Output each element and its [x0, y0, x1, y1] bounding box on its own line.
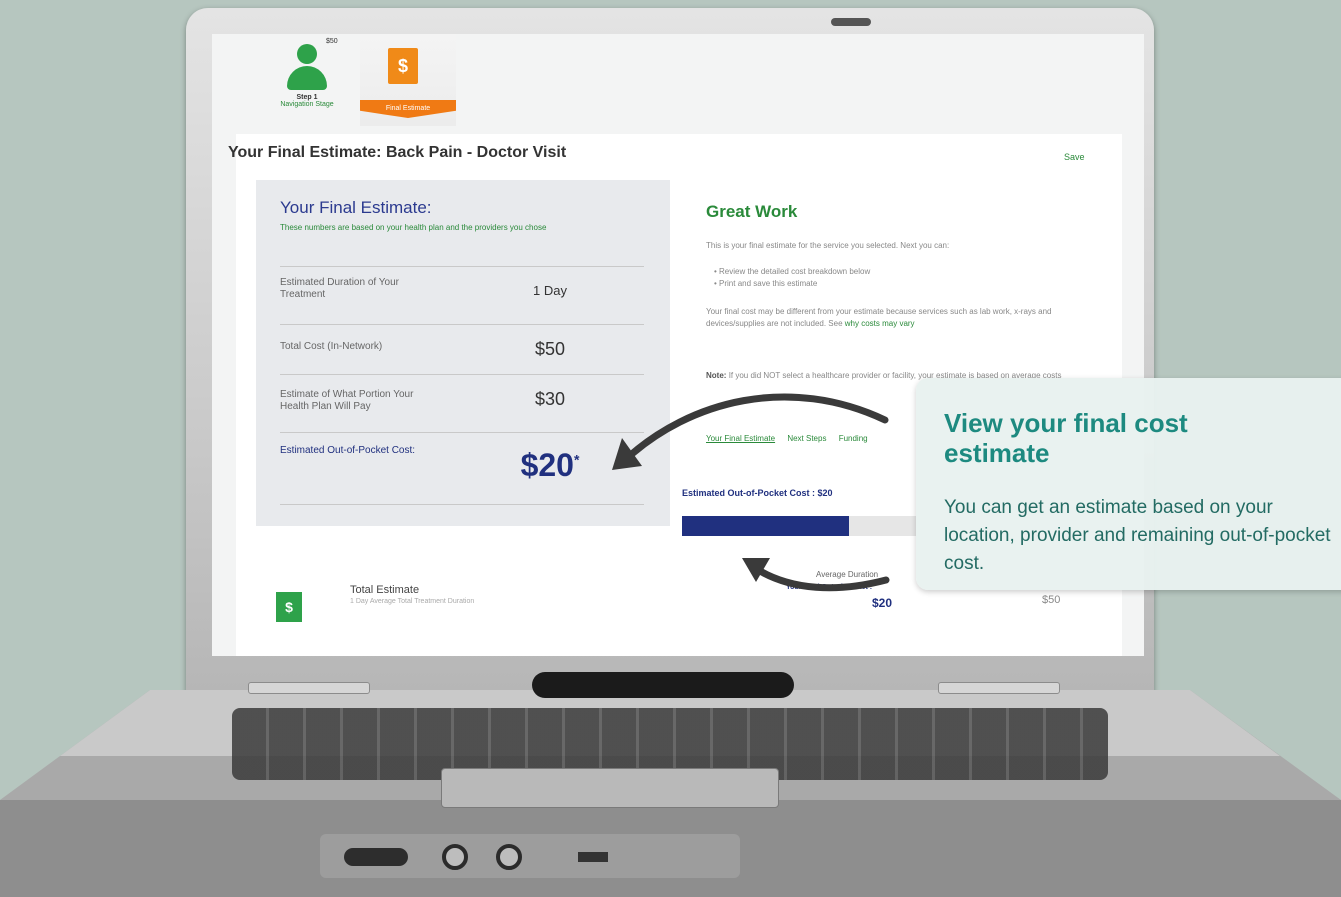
page-title: Your Final Estimate: Back Pain - Doctor …	[228, 144, 567, 161]
estimate-row-total: Total Cost (In-Network) $50	[280, 324, 644, 375]
row-label: Estimated Out-of-Pocket Cost:	[280, 445, 416, 456]
note-label: Note:	[706, 371, 727, 380]
tab-funding[interactable]: Funding	[839, 434, 868, 443]
step-tracker: Step 1 Navigation Stage $50 $ Final Esti…	[212, 34, 1144, 134]
total-oop-label: Your Total Out-of-Pocket :	[786, 584, 873, 591]
row-value-amount: $20	[520, 447, 574, 483]
step-label: Navigation Stage	[280, 101, 334, 108]
step-number: Step 1	[296, 94, 318, 101]
progress-fill	[682, 516, 850, 536]
dollar-document-icon: $	[276, 592, 302, 622]
final-estimate-box: Your Final Estimate: These numbers are b…	[256, 180, 670, 526]
usb-port-icon	[578, 852, 608, 862]
row-divider	[280, 504, 644, 505]
bullet-text: Review the detailed cost breakdown below	[719, 267, 871, 276]
out-of-pocket-label: Estimated Out-of-Pocket Cost : $20	[682, 488, 833, 498]
total-title: Total Estimate	[350, 584, 420, 596]
power-indicator-icon	[344, 848, 408, 866]
webcam-icon	[831, 18, 871, 26]
hinge-rubber	[938, 682, 1060, 694]
audio-jack-icon	[496, 844, 522, 870]
average-duration-label: Average Duration	[816, 570, 879, 579]
total-oop-value: $20	[872, 596, 893, 610]
step-cost: $50	[326, 38, 338, 45]
save-link[interactable]: Save	[1064, 152, 1085, 162]
step-final-estimate[interactable]: $ Final Estimate	[360, 34, 456, 126]
row-value: $20*	[490, 447, 610, 484]
row-label: Estimate of What Portion Your Health Pla…	[280, 389, 414, 412]
great-work-intro: This is your final estimate for the serv…	[706, 241, 950, 250]
bullet-list: • Review the detailed cost breakdown bel…	[714, 266, 1094, 290]
estimate-title: Your Final Estimate:	[280, 198, 432, 217]
estimate-row-plan-pays: Estimate of What Portion Your Health Pla…	[280, 374, 644, 433]
laptop-hinge	[238, 660, 1102, 708]
tab-next-steps[interactable]: Next Steps	[787, 434, 826, 443]
row-value: $50	[534, 339, 566, 359]
row-value: $30	[534, 389, 566, 409]
step-label: Final Estimate	[360, 100, 456, 118]
bullet-text: Print and save this estimate	[719, 279, 818, 288]
estimate-row-duration: Estimated Duration of Your Treatment 1 D…	[280, 266, 644, 325]
list-item: • Review the detailed cost breakdown bel…	[714, 267, 871, 276]
total-subtitle: 1 Day Average Total Treatment Duration	[350, 598, 475, 605]
info-callout: View your final cost estimate You can ge…	[916, 378, 1341, 590]
section-tabs: Your Final Estimate Next Steps Funding	[706, 434, 878, 443]
row-label: Total Cost (In-Network)	[280, 341, 383, 352]
row-value: 1 Day	[533, 283, 567, 298]
audio-jack-icon	[442, 844, 468, 870]
total-value: $50	[1042, 594, 1061, 606]
hinge-rubber	[248, 682, 370, 694]
user-icon	[285, 44, 329, 92]
callout-body: You can get an estimate based on your lo…	[944, 497, 1331, 574]
tab-your-final-estimate[interactable]: Your Final Estimate	[706, 434, 775, 443]
dollar-document-icon: $	[388, 48, 418, 84]
great-work-title: Great Work	[706, 202, 798, 221]
why-costs-vary-link[interactable]: why costs may vary	[845, 319, 915, 328]
step-navigation[interactable]: Step 1 Navigation Stage	[262, 44, 352, 108]
touchpad	[441, 768, 779, 808]
total-estimate-row: $ Total Estimate 1 Day Average Total Tre…	[276, 584, 1116, 656]
front-panel	[320, 834, 740, 878]
list-item: • Print and save this estimate	[714, 279, 818, 288]
footnote-marker: *	[573, 451, 580, 468]
estimate-subtitle: These numbers are based on your health p…	[280, 223, 547, 232]
callout-heading: View your final cost estimate	[944, 408, 1188, 468]
cost-note: Your final cost may be different from yo…	[706, 306, 1086, 330]
row-label: Estimated Duration of Your Treatment	[280, 277, 399, 300]
hinge-slot	[532, 672, 794, 698]
estimate-row-out-of-pocket: Estimated Out-of-Pocket Cost: $20*	[280, 432, 644, 505]
